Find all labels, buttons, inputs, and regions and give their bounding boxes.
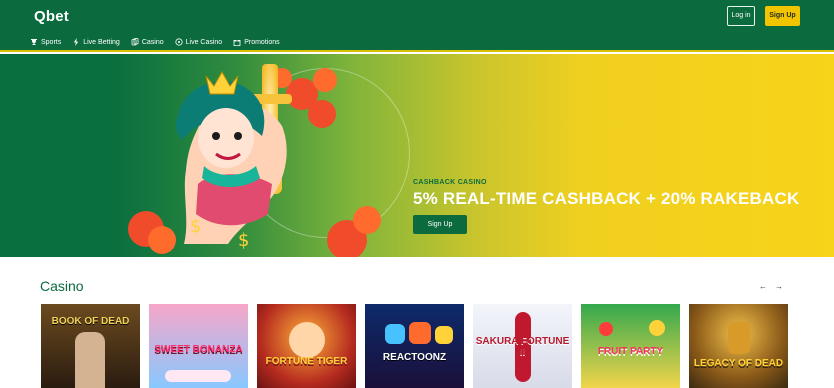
login-button[interactable]: Log in <box>727 6 755 26</box>
alien-icon <box>385 324 405 344</box>
game-title: SAKURA FORTUNE II <box>475 336 570 358</box>
game-title: SWEET BONANZA <box>154 344 243 355</box>
nav-item-sports[interactable]: Sports <box>30 38 61 46</box>
promo-hero-banner[interactable]: $ $ CASHBACK CASINO 5% REAL-TIME CASHBAC… <box>0 54 834 257</box>
trophy-icon <box>30 38 38 46</box>
game-title: BOOK OF DEAD <box>51 316 130 327</box>
casino-section-title: Casino <box>40 278 84 294</box>
game-title: FRUIT PARTY <box>597 346 664 357</box>
game-card[interactable]: FRUIT PARTY <box>581 304 680 388</box>
game-title: FORTUNE TIGER <box>265 356 348 367</box>
nav-item-live-casino[interactable]: Live Casino <box>175 38 223 46</box>
nav-label: Live Betting <box>83 38 120 46</box>
nav-label: Promotions <box>244 38 280 46</box>
alien-icon <box>435 326 453 344</box>
game-title: LEGACY OF DEAD <box>693 358 784 369</box>
candy-decoration <box>165 370 231 382</box>
tiger-illustration <box>289 322 325 358</box>
fruit-icon <box>649 320 665 336</box>
game-card[interactable]: SAKURA FORTUNE II <box>473 304 572 388</box>
game-title: REACTOONZ <box>382 352 447 363</box>
roulette-icon <box>175 38 183 46</box>
nav-label: Live Casino <box>185 38 223 46</box>
casino-games-row: BOOK OF DEAD SWEET BONANZA FORTUNE TIGER… <box>41 304 801 388</box>
svg-text:$: $ <box>190 216 201 237</box>
svg-text:$: $ <box>238 230 249 251</box>
nav-item-promotions[interactable]: Promotions <box>233 38 280 46</box>
hero-signup-button[interactable]: Sign Up <box>413 215 467 234</box>
promo-kicker: CASHBACK CASINO <box>413 179 487 186</box>
main-nav: Sports Live Betting Casino Live Casino P… <box>30 38 280 46</box>
gift-icon <box>233 38 241 46</box>
prev-arrow-icon[interactable]: ← <box>758 282 768 292</box>
game-card[interactable]: REACTOONZ <box>365 304 464 388</box>
site-header: Qbet Log in Sign Up Sports Live Betting … <box>0 0 834 52</box>
game-card[interactable]: FORTUNE TIGER <box>257 304 356 388</box>
fruit-icon <box>599 322 613 336</box>
game-thumbnail <box>365 304 464 388</box>
game-card[interactable]: LEGACY OF DEAD <box>689 304 788 388</box>
mummy-illustration <box>728 322 750 354</box>
nav-label: Casino <box>141 38 164 46</box>
game-card[interactable]: SWEET BONANZA <box>149 304 248 388</box>
brand-logo[interactable]: Qbet <box>34 8 69 25</box>
nav-label: Sports <box>41 38 62 46</box>
signup-button[interactable]: Sign Up <box>765 6 800 26</box>
nav-item-casino[interactable]: Casino <box>131 38 164 46</box>
casino-carousel-controls: ← → <box>758 282 784 292</box>
next-arrow-icon[interactable]: → <box>774 282 784 292</box>
nav-item-live-betting[interactable]: Live Betting <box>72 38 120 46</box>
hero-character-illustration: $ $ <box>128 64 381 257</box>
promo-title: 5% REAL-TIME CASHBACK + 20% RAKEBACK <box>413 189 800 208</box>
lightning-icon <box>72 38 80 46</box>
cards-icon <box>131 38 139 46</box>
character-illustration <box>75 332 105 388</box>
alien-icon <box>409 322 431 344</box>
game-card[interactable]: BOOK OF DEAD <box>41 304 140 388</box>
